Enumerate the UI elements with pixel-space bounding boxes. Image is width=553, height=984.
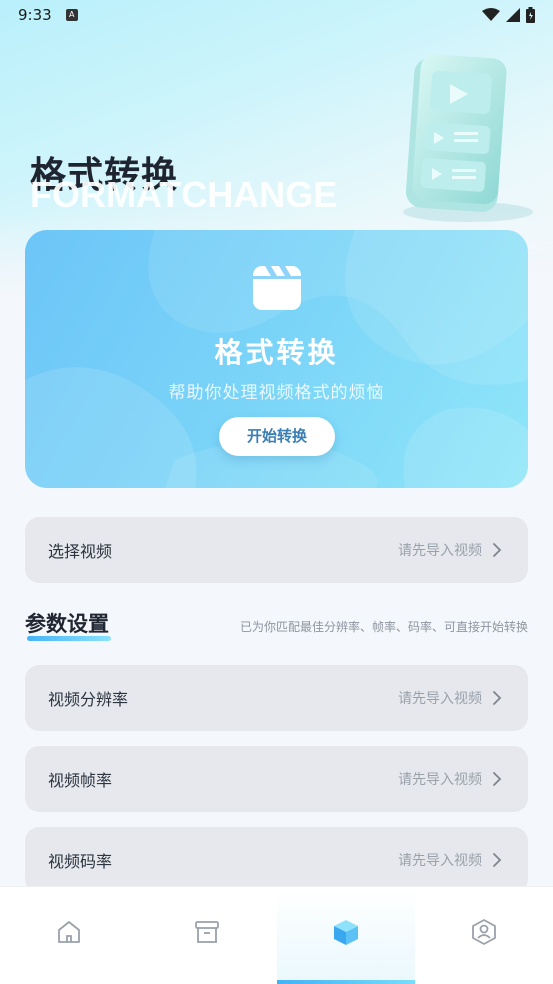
bitrate-value: 请先导入视频 — [398, 853, 482, 869]
wifi-icon — [482, 8, 500, 21]
chevron-right-icon — [493, 691, 502, 705]
nav-tab-archive[interactable] — [138, 887, 276, 984]
frame-rate-row[interactable]: 视频帧率 请先导入视频 — [25, 746, 528, 812]
signal-icon — [506, 8, 520, 22]
select-video-value: 请先导入视频 — [398, 543, 482, 559]
bitrate-label: 视频码率 — [48, 852, 113, 871]
section-title-underline — [27, 636, 111, 641]
resolution-row[interactable]: 视频分辨率 请先导入视频 — [25, 665, 528, 731]
chevron-right-icon — [493, 772, 502, 786]
clapperboard-icon — [253, 266, 301, 310]
user-badge-icon — [471, 918, 496, 945]
status-time: 9:33 — [18, 6, 52, 24]
banner-description: 帮助你处理视频格式的烦恼 — [168, 383, 385, 403]
archive-box-icon — [195, 920, 220, 943]
active-tab-indicator — [276, 980, 415, 984]
resolution-value: 请先导入视频 — [398, 691, 482, 707]
frame-rate-value: 请先导入视频 — [398, 772, 482, 788]
params-hint: 已为你匹配最佳分辨率、帧率、码率、可直接开始转换 — [239, 620, 528, 634]
start-convert-button[interactable]: 开始转换 — [219, 417, 335, 456]
select-video-row[interactable]: 选择视频 请先导入视频 — [25, 517, 528, 583]
select-video-label: 选择视频 — [48, 542, 113, 561]
params-section-title: 参数设置 — [25, 612, 109, 636]
home-icon — [58, 920, 81, 943]
page-subtitle: FORMATCHANGE — [30, 174, 338, 215]
notification-a-icon: A — [65, 9, 78, 21]
resolution-label: 视频分辨率 — [48, 690, 129, 709]
nav-tab-home[interactable] — [0, 887, 138, 984]
battery-icon — [526, 7, 535, 23]
status-bar: 9:33 A — [0, 0, 553, 30]
frame-rate-label: 视频帧率 — [48, 771, 113, 790]
banner-title: 格式转换 — [214, 336, 339, 369]
bitrate-row[interactable]: 视频码率 请先导入视频 — [25, 827, 528, 893]
cube-icon — [333, 919, 358, 945]
nav-tab-convert[interactable] — [276, 887, 415, 984]
bottom-navigation — [0, 886, 553, 984]
nav-tab-profile[interactable] — [415, 887, 553, 984]
phone-illustration-icon — [403, 54, 533, 222]
chevron-right-icon — [493, 853, 502, 867]
chevron-right-icon — [493, 543, 502, 557]
